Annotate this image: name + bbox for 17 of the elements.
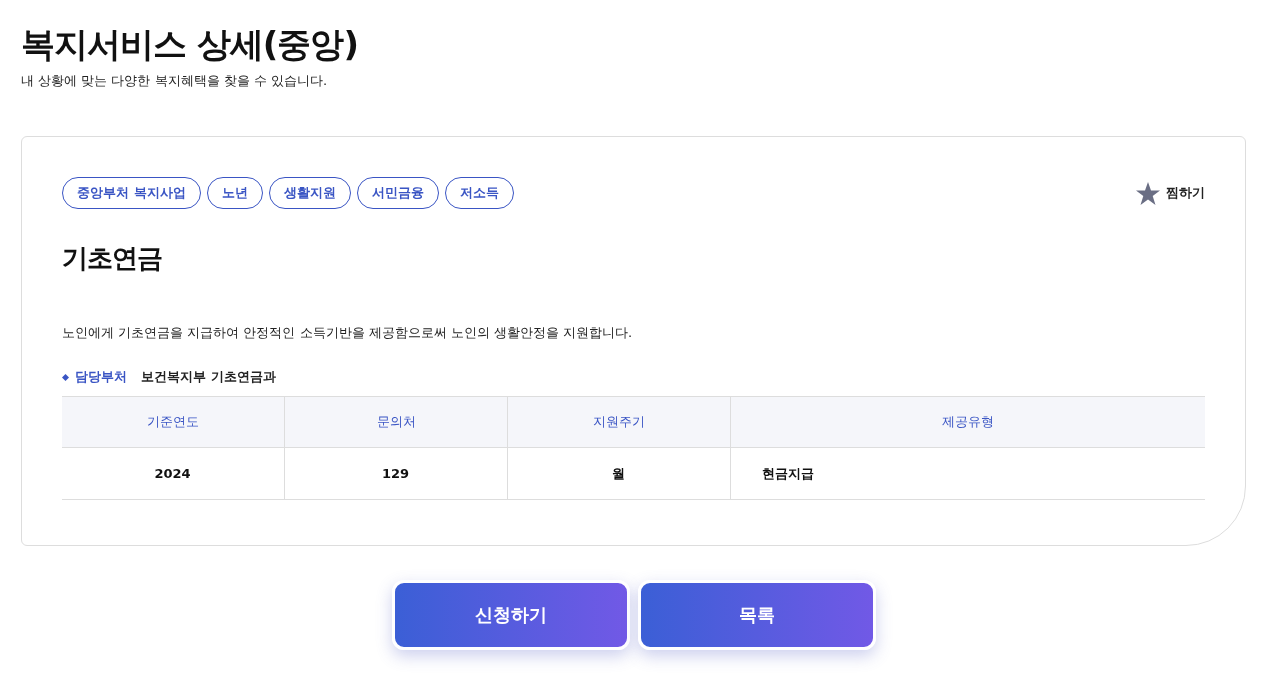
column-header: 기준연도	[62, 396, 285, 448]
column-header: 문의처	[284, 396, 508, 448]
table-cell: 월	[507, 447, 731, 500]
column-header: 지원주기	[507, 396, 731, 448]
table-cell: 129	[284, 447, 508, 500]
diamond-icon	[62, 373, 69, 381]
table-cell: 현금지급	[730, 447, 1205, 500]
service-description: 노인에게 기초연금을 지급하여 안정적인 소득기반을 제공함으로써 노인의 생활안정을 지원합니다.	[62, 324, 634, 343]
service-name: 기초연금	[62, 242, 163, 276]
page-title: 복지서비스 상세(중앙)	[21, 23, 359, 66]
bookmark-button[interactable]: 찜하기	[1136, 181, 1205, 205]
department-value: 보건복지부 기초연금과	[141, 368, 276, 387]
table-cell: 2024	[62, 447, 285, 500]
star-icon	[1136, 181, 1160, 205]
department-label: 담당부처	[75, 368, 127, 387]
column-header: 제공유형	[730, 396, 1205, 448]
page-subtitle: 내 상황에 맞는 다양한 복지혜택을 찾을 수 있습니다.	[21, 72, 329, 91]
